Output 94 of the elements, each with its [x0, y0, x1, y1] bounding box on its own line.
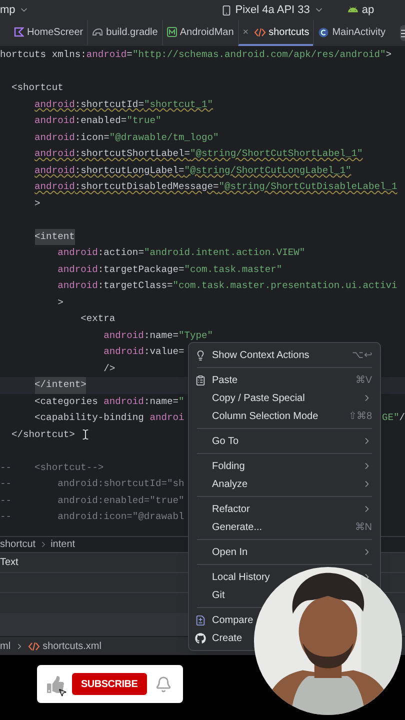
menu-item[interactable]: Open In	[212, 544, 248, 560]
shortcut-hint: ⌘V	[355, 374, 372, 388]
code-token: android	[34, 147, 75, 161]
code-token: />	[104, 362, 116, 376]
code-token: android	[58, 262, 98, 276]
editor-tab[interactable]: MainActivity	[313, 20, 390, 46]
editor-tab[interactable]: HomeScreer	[10, 20, 88, 46]
code-token: android	[34, 98, 75, 112]
menu-item[interactable]: Show Context Actions	[212, 348, 310, 362]
editor-tab[interactable]: AndroidMan	[162, 20, 238, 46]
menu-item[interactable]: Paste	[212, 372, 238, 388]
code-token: android	[58, 246, 98, 260]
code-token: "android.intent.action.VIEW"	[144, 246, 306, 260]
code-token: "http://schemas.android.com/apk/res/android"	[132, 48, 386, 62]
code-token: <extra	[80, 312, 116, 326]
code-token: android	[34, 164, 75, 178]
breadcrumb-item[interactable]: shortcut	[0, 537, 36, 552]
shortcut-hint: ⇧⌘8	[348, 410, 372, 424]
menu-item[interactable]: Folding	[212, 458, 245, 474]
code-token: android	[34, 130, 75, 144]
code-token: "	[178, 394, 184, 408]
panel-tab[interactable]: Text	[0, 555, 18, 570]
code-token: :icon=	[74, 130, 110, 144]
code-token: android	[104, 394, 144, 408]
code-token: <categories	[34, 394, 99, 408]
menu-item[interactable]: Local History	[212, 570, 270, 584]
code-token: </shortcut>	[12, 428, 75, 442]
device-selector[interactable]: Pixel 4a API 33	[235, 2, 310, 18]
code-token: androi	[150, 411, 184, 425]
shortcut-hint: ⌘N	[354, 520, 372, 534]
code-token: android	[34, 114, 75, 128]
menu-item[interactable]: Git	[212, 588, 225, 602]
tab-label: MainActivity	[332, 26, 386, 40]
menu-item[interactable]: Analyze	[212, 476, 248, 492]
project-name[interactable]: mp	[0, 2, 16, 18]
code-token: >	[58, 296, 64, 310]
menu-item[interactable]: Compare	[212, 612, 254, 628]
shortcut-hint: ⌥↩	[352, 348, 372, 362]
menu-item[interactable]: Create	[212, 630, 242, 646]
menu-item[interactable]: Refactor	[212, 502, 250, 516]
code-token: android	[34, 180, 75, 194]
menu-item[interactable]: Go To	[212, 434, 238, 448]
code-token: :shortcutLongLabel=	[74, 164, 184, 178]
code-token: >	[386, 48, 392, 62]
path-item[interactable]: shortcuts.xml	[42, 638, 102, 654]
code-token: :shortcutId=	[74, 98, 144, 112]
breadcrumb-item[interactable]: intent	[50, 537, 76, 552]
code-token: "@string/ShortCutLongLabel_1"	[184, 164, 352, 178]
code-token: hortcuts xmlns:	[0, 48, 86, 62]
code-token: /	[399, 411, 405, 425]
code-token: "@string/ShortCutDisableLabel_1	[218, 180, 398, 194]
code-token: <capability-binding	[34, 411, 145, 425]
menu-item[interactable]: Column Selection Mode	[212, 408, 318, 424]
code-token: GE"	[382, 411, 400, 425]
code-token: <shortcut	[12, 81, 64, 95]
run-config[interactable]: ap	[362, 2, 374, 18]
editor-tab[interactable]: build.gradle	[87, 20, 162, 46]
code-token: :value=	[144, 345, 184, 359]
code-token: -- android:enabled="true"	[0, 494, 184, 508]
code-token: android	[104, 328, 144, 342]
code-token: "true"	[126, 114, 162, 128]
code-token: :shortcutShortLabel=	[74, 147, 190, 161]
code-token: :action=	[98, 246, 144, 260]
subscribe-button[interactable]: SUBSCRIBE	[72, 673, 147, 695]
code-token: "com.task.master"	[184, 262, 282, 276]
code-token: android	[104, 345, 144, 359]
code-token: :targetPackage=	[98, 262, 184, 276]
tab-label: build.gradle	[106, 26, 158, 40]
code-token: -- android:shortcutId="sh	[0, 477, 184, 491]
code-token: android	[58, 279, 98, 293]
menu-item[interactable]: Generate...	[212, 520, 262, 534]
tab-label: HomeScreer	[27, 26, 84, 40]
code-token: </intent>	[34, 377, 86, 394]
code-token: :targetClass=	[98, 279, 173, 293]
code-token: :name=	[144, 328, 178, 342]
code-token: :shortcutDisabledMessage=	[74, 180, 219, 194]
tab-label: AndroidMan	[180, 26, 234, 40]
menu-item[interactable]: Copy / Paste Special	[212, 390, 305, 406]
close-tab-button[interactable]: ×	[242, 24, 249, 40]
code-token: "shortcut_1"	[144, 98, 214, 112]
code-token: -- android:icon="@drawabl	[0, 510, 184, 524]
path-item[interactable]: ml	[0, 638, 11, 654]
tab-label: shortcuts	[268, 26, 310, 40]
code-token: >	[34, 196, 40, 210]
code-token: -- <shortcut-->	[0, 460, 104, 474]
code-token: <intent	[34, 228, 75, 245]
code-token: :enabled=	[74, 114, 127, 128]
code-token: "com.task.master.presentation.ui.activi	[172, 279, 398, 293]
code-token: "@string/ShortCutShortLabel_1"	[190, 147, 363, 161]
code-token: =	[126, 48, 132, 62]
code-token: "@drawable/tm_logo"	[109, 130, 219, 144]
code-token: "Type"	[178, 328, 214, 342]
code-token: :name=	[144, 394, 178, 408]
code-token: android	[86, 48, 127, 62]
